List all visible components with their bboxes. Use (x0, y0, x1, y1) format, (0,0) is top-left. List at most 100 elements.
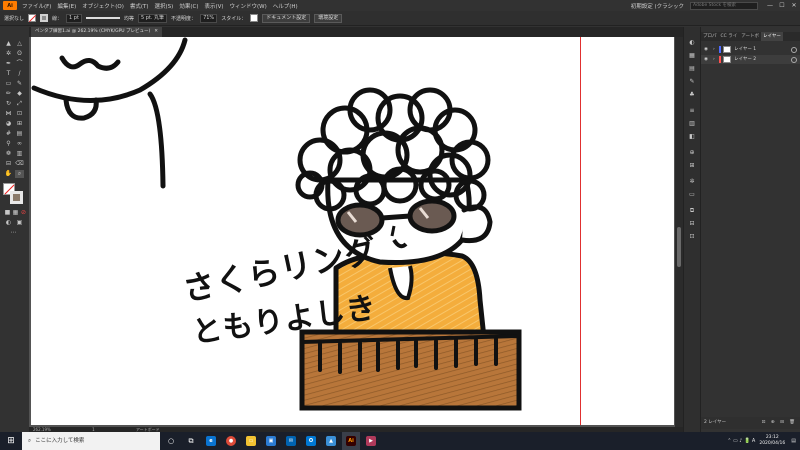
links-panel-icon[interactable]: ⊟ (688, 220, 696, 227)
transparency-panel-icon[interactable]: ◧ (688, 133, 696, 140)
document-setup-button[interactable]: ドキュメント設定 (262, 13, 311, 23)
tab-artboards[interactable]: アートボ (739, 32, 761, 41)
edit-toolbar-icon[interactable]: ⋯ (9, 229, 18, 237)
magic-wand-tool-icon[interactable]: ✲ (4, 50, 13, 58)
stroke-weight-field[interactable]: 1 pt (66, 13, 82, 23)
preferences-button[interactable]: 環境設定 (314, 13, 343, 23)
scrollbar-thumb[interactable] (677, 227, 681, 267)
column-graph-tool-icon[interactable]: ▥ (15, 150, 24, 158)
chrome-icon[interactable]: ● (222, 432, 240, 450)
selection-tool-icon[interactable]: ▲ (4, 40, 13, 48)
artboard-tool-icon[interactable]: ⊟ (4, 160, 13, 168)
color-guide-icon[interactable]: ▦ (688, 52, 696, 59)
shape-builder-tool-icon[interactable]: ◕ (4, 120, 13, 128)
document-tab[interactable]: ペンタブ練習1.ai @ 262.19% (CMYK/GPU プレビュー) ✕ (31, 27, 163, 37)
taskbar-clock[interactable]: 23:12 2020/04/16 (759, 435, 785, 447)
layer-target-icon[interactable] (791, 46, 797, 53)
photos-icon[interactable]: ▲ (322, 432, 340, 450)
slice-tool-icon[interactable]: ⌫ (15, 160, 24, 168)
artboards-panel-icon[interactable]: ⊡ (688, 233, 696, 240)
layer-name[interactable]: レイヤー 1 (734, 45, 791, 54)
menu-effect[interactable]: 効果(C) (179, 2, 198, 10)
layer-name[interactable]: レイヤー 2 (734, 55, 791, 64)
artboard[interactable]: さくらリング ともりよしき (31, 37, 674, 425)
layer-target-icon[interactable] (791, 56, 797, 63)
menu-file[interactable]: ファイル(F) (22, 2, 51, 10)
blend-tool-icon[interactable]: ∞ (15, 140, 24, 148)
taskbar-search[interactable]: ⌕ ここに入力して検索 (22, 432, 160, 450)
fill-swatch[interactable] (28, 14, 37, 22)
menu-view[interactable]: 表示(V) (204, 2, 223, 10)
swatches-panel-icon[interactable]: ▤ (688, 65, 696, 72)
type-tool-icon[interactable]: T (4, 70, 13, 78)
lasso-tool-icon[interactable]: ʘ (15, 50, 24, 58)
width-tool-icon[interactable]: ⋈ (4, 110, 13, 118)
visibility-eye-icon[interactable]: ◉ (704, 55, 710, 64)
pathfinder-panel-icon[interactable]: ⧉ (688, 207, 696, 214)
draw-mode-icon[interactable]: ◐ (4, 219, 13, 227)
brushes-panel-icon[interactable]: ✎ (688, 78, 696, 85)
hand-tool-icon[interactable]: ✋ (4, 170, 13, 178)
zoom-tool-icon[interactable]: ⌕ (15, 170, 24, 178)
notification-icon[interactable]: ▤ (791, 438, 796, 444)
screen-mode-icon[interactable]: ▣ (15, 219, 24, 227)
scale-tool-icon[interactable]: ⤢ (15, 100, 24, 108)
menu-object[interactable]: オブジェクト(O) (82, 2, 124, 10)
tab-close-icon[interactable]: ✕ (154, 29, 158, 34)
tab-cc-libraries[interactable]: CC ライ (719, 32, 740, 41)
start-button[interactable]: ⊞ (0, 432, 22, 450)
direct-selection-tool-icon[interactable]: △ (15, 40, 24, 48)
tray-icons[interactable]: ⌃ ▭ ♪ 🔋 A (727, 438, 755, 444)
tab-layers[interactable]: レイヤー (760, 32, 783, 41)
perspective-grid-tool-icon[interactable]: ⊞ (15, 120, 24, 128)
menu-edit[interactable]: 編集(E) (57, 2, 76, 10)
media-player-icon[interactable]: ▶ (362, 432, 380, 450)
file-explorer-icon[interactable]: ▭ (242, 432, 260, 450)
color-panel-icon[interactable]: ◐ (688, 39, 696, 46)
stroke-color-box[interactable] (10, 191, 23, 204)
line-style-label[interactable]: 均等 (124, 15, 134, 22)
none-mode-icon[interactable]: ⊘ (19, 209, 28, 217)
variable-width-profile[interactable] (86, 14, 120, 23)
cortana-icon[interactable]: ○ (162, 432, 180, 450)
transform-panel-icon[interactable]: ✲ (688, 178, 696, 185)
symbol-sprayer-tool-icon[interactable]: ❁ (4, 150, 13, 158)
task-view-icon[interactable]: ⧉ (182, 432, 200, 450)
illustrator-taskbar-icon[interactable]: Ai (342, 432, 360, 450)
paintbrush-tool-icon[interactable]: ✎ (15, 80, 24, 88)
gradient-tool-icon[interactable]: ▤ (15, 130, 24, 138)
stroke-swatch[interactable] (40, 14, 49, 22)
minimize-button[interactable]: — (764, 2, 776, 9)
brush-definition[interactable]: 5 pt. 丸筆 (137, 13, 168, 23)
line-tool-icon[interactable]: / (15, 70, 24, 78)
curvature-tool-icon[interactable]: ⌒ (15, 60, 24, 68)
free-transform-tool-icon[interactable]: ⊡ (15, 110, 24, 118)
outlook-icon[interactable]: O (302, 432, 320, 450)
eraser-tool-icon[interactable]: ◆ (15, 90, 24, 98)
appearance-panel-icon[interactable]: ⊕ (688, 149, 696, 156)
graphic-styles-icon[interactable]: ⊞ (688, 162, 696, 169)
pen-tool-icon[interactable]: ✒ (4, 60, 13, 68)
store-icon[interactable]: ▣ (262, 432, 280, 450)
rotate-tool-icon[interactable]: ↻ (4, 100, 13, 108)
gradient-panel-icon[interactable]: ▥ (688, 120, 696, 127)
menu-type[interactable]: 書式(T) (130, 2, 149, 10)
layer-actions-icons[interactable]: ⊡ ⊕ ⊟ 🗑 (726, 417, 800, 429)
rectangle-tool-icon[interactable]: ▭ (4, 80, 13, 88)
align-panel-icon[interactable]: ▭ (688, 191, 696, 198)
pencil-tool-icon[interactable]: ✏ (4, 90, 13, 98)
menu-window[interactable]: ウィンドウ(W) (230, 2, 267, 10)
eyedropper-tool-icon[interactable]: ⚲ (4, 140, 13, 148)
visibility-eye-icon[interactable]: ◉ (704, 45, 710, 54)
layer-row[interactable]: ◉ › レイヤー 2 (701, 55, 800, 64)
opacity-field[interactable]: 71% (200, 13, 218, 23)
workspace-switcher[interactable]: 初期設定 (クラシック (631, 2, 684, 10)
mail-icon[interactable]: ✉ (282, 432, 300, 450)
stock-search-input[interactable]: Adobe Stock を検索 (690, 1, 758, 10)
mesh-tool-icon[interactable]: # (4, 130, 13, 138)
layer-row[interactable]: ◉ › レイヤー 1 (701, 45, 800, 54)
stroke-panel-icon[interactable]: ≡ (688, 107, 696, 114)
vertical-scrollbar[interactable] (675, 37, 683, 427)
graphic-style-swatch[interactable] (250, 14, 259, 22)
edge-icon[interactable]: e (202, 432, 220, 450)
